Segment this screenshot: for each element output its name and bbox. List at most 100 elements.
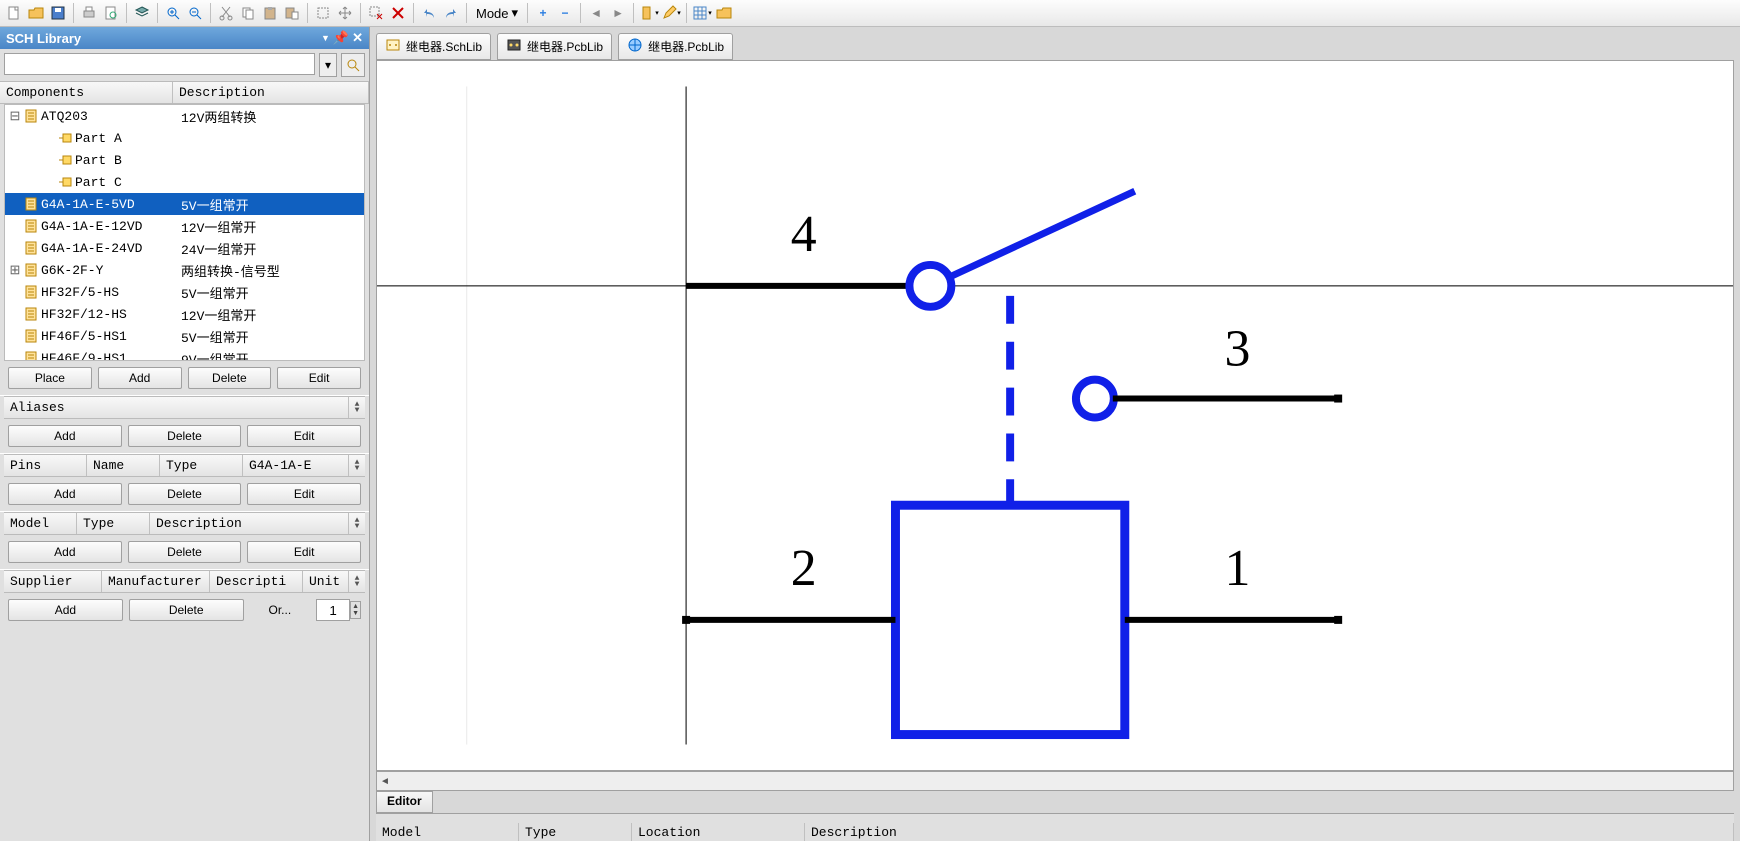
nav-fwd-icon[interactable]: ► — [608, 3, 628, 23]
pins-col-name[interactable]: Name — [87, 455, 160, 476]
quantity-stepper[interactable]: ▲▼ — [316, 599, 361, 621]
component-name: G4A-1A-E-24VD — [39, 241, 181, 256]
cut-icon[interactable] — [216, 3, 236, 23]
tree-toggle-icon[interactable]: ⊟ — [7, 109, 23, 124]
new-file-icon[interactable] — [4, 3, 24, 23]
select-rect-icon[interactable] — [313, 3, 333, 23]
schematic-canvas[interactable]: 4 3 2 1 — [376, 60, 1734, 771]
pcb-icon — [506, 37, 522, 56]
quantity-input[interactable] — [316, 599, 350, 621]
paste-special-icon[interactable] — [282, 3, 302, 23]
footer-col-location[interactable]: Location — [632, 823, 805, 841]
edit-button[interactable]: Edit — [277, 367, 361, 389]
list-item[interactable]: Part C — [5, 171, 364, 193]
redo-icon[interactable] — [441, 3, 461, 23]
zoom-in-icon[interactable] — [163, 3, 183, 23]
component-icon — [23, 218, 39, 234]
pin-icon[interactable]: 📌 — [333, 30, 349, 46]
list-item[interactable]: HF46F/9-HS19V一组常开 — [5, 347, 364, 361]
document-tab[interactable]: 继电器.PcbLib — [497, 33, 612, 60]
model-col-type[interactable]: Type — [77, 513, 150, 534]
list-item[interactable]: ⊞G6K-2F-Y两组转换-信号型 — [5, 259, 364, 281]
components-list[interactable]: ⊟ATQ20312V两组转换Part APart BPart CG4A-1A-E… — [4, 104, 365, 361]
add-button[interactable]: Add — [98, 367, 182, 389]
horizontal-scrollbar[interactable]: ◄ — [376, 771, 1734, 791]
col-description[interactable]: Description — [173, 82, 369, 103]
list-item[interactable]: HF32F/12-HS12V一组常开 — [5, 303, 364, 325]
mask-area — [0, 782, 369, 841]
open-file-icon[interactable] — [26, 3, 46, 23]
supplier-sort-icon[interactable]: ▲▼ — [349, 571, 365, 592]
model-edit-button[interactable]: Edit — [247, 541, 361, 563]
supplier-delete-button[interactable]: Delete — [129, 599, 244, 621]
door-icon[interactable]: ▾ — [639, 3, 659, 23]
tree-toggle-icon[interactable]: ⊞ — [7, 263, 23, 278]
supplier-col-unit[interactable]: Unit — [303, 571, 349, 592]
component-name: HF46F/5-HS1 — [39, 329, 181, 344]
move-icon[interactable] — [335, 3, 355, 23]
print-icon[interactable] — [79, 3, 99, 23]
model-col-desc[interactable]: Description — [150, 513, 349, 534]
pins-col-pins[interactable]: Pins — [4, 455, 87, 476]
pins-add-button[interactable]: Add — [8, 483, 122, 505]
grid-icon[interactable]: ▾ — [692, 3, 712, 23]
scroll-left-icon[interactable]: ◄ — [377, 776, 393, 787]
model-delete-button[interactable]: Delete — [128, 541, 242, 563]
save-icon[interactable] — [48, 3, 68, 23]
pins-delete-button[interactable]: Delete — [128, 483, 242, 505]
model-sort-icon[interactable]: ▲▼ — [349, 513, 365, 534]
editor-tab[interactable]: Editor — [376, 791, 433, 813]
deselect-icon[interactable] — [366, 3, 386, 23]
undo-icon[interactable] — [419, 3, 439, 23]
model-add-button[interactable]: Add — [8, 541, 122, 563]
list-item[interactable]: HF32F/5-HS5V一组常开 — [5, 281, 364, 303]
aliases-edit-button[interactable]: Edit — [247, 425, 361, 447]
clear-icon[interactable] — [388, 3, 408, 23]
folder-icon[interactable] — [714, 3, 734, 23]
aliases-add-button[interactable]: Add — [8, 425, 122, 447]
list-item[interactable]: Part A — [5, 127, 364, 149]
edit-icon[interactable]: ▾ — [661, 3, 681, 23]
delete-button[interactable]: Delete — [188, 367, 272, 389]
mode-dropdown[interactable]: Mode ▾ — [472, 5, 522, 21]
footer-col-model[interactable]: Model — [376, 823, 519, 841]
preview-icon[interactable] — [101, 3, 121, 23]
list-item[interactable]: G4A-1A-E-12VD12V一组常开 — [5, 215, 364, 237]
list-item[interactable]: HF46F/5-HS15V一组常开 — [5, 325, 364, 347]
dropdown-icon[interactable]: ▼ — [321, 33, 330, 43]
pins-edit-button[interactable]: Edit — [247, 483, 361, 505]
supplier-col-supplier[interactable]: Supplier — [4, 571, 102, 592]
copy-icon[interactable] — [238, 3, 258, 23]
paste-icon[interactable] — [260, 3, 280, 23]
search-icon[interactable] — [341, 53, 365, 77]
pins-sort-icon[interactable]: ▲▼ — [349, 455, 365, 476]
footer-col-desc[interactable]: Description — [805, 823, 1734, 841]
list-item[interactable]: Part B — [5, 149, 364, 171]
list-item[interactable]: G4A-1A-E-24VD24V一组常开 — [5, 237, 364, 259]
supplier-add-button[interactable]: Add — [8, 599, 123, 621]
zoom-out-icon[interactable] — [185, 3, 205, 23]
list-item[interactable]: G4A-1A-E-5VD5V一组常开 — [5, 193, 364, 215]
supplier-col-desc[interactable]: Descripti — [210, 571, 303, 592]
layers-icon[interactable] — [132, 3, 152, 23]
document-tab[interactable]: 继电器.PcbLib — [618, 33, 733, 60]
pins-col-comp[interactable]: G4A-1A-E — [243, 455, 349, 476]
model-col-model[interactable]: Model — [4, 513, 77, 534]
aliases-sort-icon[interactable]: ▲▼ — [349, 397, 365, 418]
aliases-delete-button[interactable]: Delete — [128, 425, 242, 447]
pins-col-type[interactable]: Type — [160, 455, 243, 476]
close-icon[interactable]: ✕ — [352, 30, 363, 46]
place-button[interactable]: Place — [8, 367, 92, 389]
supplier-col-mfr[interactable]: Manufacturer — [102, 571, 210, 592]
remove-part-icon[interactable]: − — [555, 3, 575, 23]
list-item[interactable]: ⊟ATQ20312V两组转换 — [5, 105, 364, 127]
add-part-icon[interactable]: + — [533, 3, 553, 23]
document-tab[interactable]: 继电器.SchLib — [376, 33, 491, 60]
footer-col-type[interactable]: Type — [519, 823, 632, 841]
nav-back-icon[interactable]: ◄ — [586, 3, 606, 23]
aliases-header[interactable]: Aliases — [4, 397, 349, 418]
supplier-order-button[interactable]: Or... — [250, 603, 310, 617]
library-search-input[interactable] — [4, 53, 315, 75]
search-dropdown[interactable]: ▾ — [319, 53, 337, 77]
col-components[interactable]: Components — [0, 82, 173, 103]
